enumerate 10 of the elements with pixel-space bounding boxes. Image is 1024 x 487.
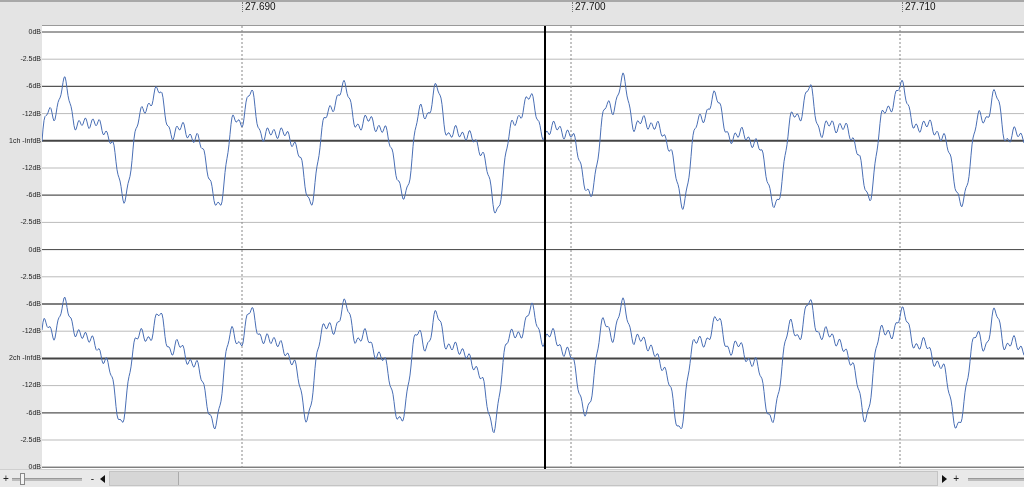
scrollbar-thumb[interactable] <box>110 472 180 485</box>
time-label: 27.700 <box>574 2 606 13</box>
zoom-in-label[interactable]: + <box>950 473 962 484</box>
horizontal-scrollbar[interactable] <box>109 471 939 486</box>
scroll-left-icon[interactable] <box>99 474 108 483</box>
scroll-right-icon[interactable] <box>940 474 949 483</box>
time-label: 27.690 <box>244 2 276 13</box>
zoom-in-label[interactable]: + <box>0 473 12 484</box>
time-label: 27.710 <box>904 2 936 13</box>
zoom-out-label[interactable]: - <box>87 473 98 484</box>
